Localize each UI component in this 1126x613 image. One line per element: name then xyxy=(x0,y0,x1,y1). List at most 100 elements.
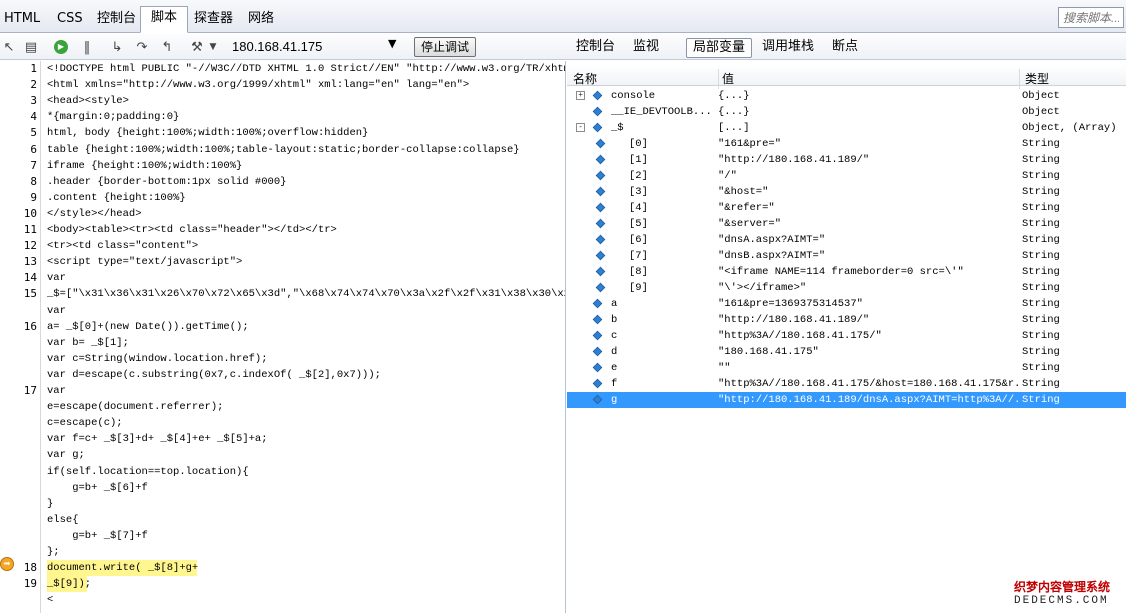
expand-icon[interactable]: + xyxy=(576,91,585,100)
line-number[interactable]: 17 xyxy=(0,384,37,397)
local-variable-row[interactable]: __IE_DEVTOOLB... {...} Object xyxy=(567,104,1126,120)
line-number[interactable]: 15 xyxy=(0,287,37,300)
column-header-value[interactable]: 值 xyxy=(720,69,1020,89)
variable-icon xyxy=(592,298,603,309)
variable-icon xyxy=(595,138,606,149)
line-number[interactable]: 1 xyxy=(0,62,37,75)
line-number[interactable]: 14 xyxy=(0,271,37,284)
code-line: e=escape(document.referrer); xyxy=(47,401,224,414)
code-line: html, body {height:100%;width:100%;overf… xyxy=(47,127,369,140)
local-variable-row[interactable]: e "" String xyxy=(567,360,1126,376)
current-line-arrow-icon: ➡ xyxy=(0,557,14,571)
local-variable-row[interactable]: c "http%3A//180.168.41.175/" String xyxy=(567,328,1126,344)
tab-html[interactable]: HTML xyxy=(0,8,44,33)
select-element-icon[interactable]: ↖ xyxy=(0,38,18,56)
local-variable-row[interactable]: b "http://180.168.41.189/" String xyxy=(567,312,1126,328)
line-number-gutter[interactable]: 1 2 3 4 5 6 7 8 9 10 11 12 13 14 15 16 17 18 19 xyxy=(0,61,41,613)
variable-value: {...} xyxy=(718,106,750,118)
line-number[interactable]: 12 xyxy=(0,239,37,252)
local-variable-row[interactable]: d "180.168.41.175" String xyxy=(567,344,1126,360)
subtab-call-stack[interactable]: 调用堆栈 xyxy=(756,38,820,58)
line-number[interactable]: 4 xyxy=(0,110,37,123)
step-into-icon[interactable]: ↳ xyxy=(108,38,126,56)
subtab-locals[interactable]: 局部变量 xyxy=(686,38,753,58)
tab-profiler[interactable]: 探查器 xyxy=(190,8,237,33)
line-number[interactable]: 10 xyxy=(0,207,37,220)
line-number[interactable]: 3 xyxy=(0,94,37,107)
variable-value: "http://180.168.41.189/" xyxy=(718,314,870,326)
line-number[interactable]: 7 xyxy=(0,159,37,172)
variable-name: __IE_DEVTOOLB... xyxy=(611,106,712,118)
line-number[interactable]: 8 xyxy=(0,175,37,188)
tab-network[interactable]: 网络 xyxy=(244,8,278,33)
code-line: <script type="text/javascript"> xyxy=(47,256,243,269)
line-number[interactable]: 11 xyxy=(0,223,37,236)
variable-value: "&host=" xyxy=(718,186,769,198)
variable-type: String xyxy=(1022,250,1060,262)
collapse-icon[interactable]: - xyxy=(576,123,585,132)
watermark-line2: DEDECMS.COM xyxy=(1014,595,1109,607)
local-variable-row[interactable]: [2] "/" String xyxy=(567,168,1126,184)
variable-type: String xyxy=(1022,282,1060,294)
local-variable-row[interactable]: [7] "dnsB.aspx?AIMT=" String xyxy=(567,248,1126,264)
code-line: </style></head> xyxy=(47,207,142,220)
variable-icon xyxy=(592,330,603,341)
column-header-name[interactable]: 名称 xyxy=(573,69,719,89)
chevron-down-icon[interactable]: ▼ xyxy=(388,37,396,50)
locals-pane: 名称 值 类型 + console {...} Object __IE_DEVTOOLB… xyxy=(567,61,1126,613)
local-variable-row[interactable]: [1] "http://180.168.41.189/" String xyxy=(567,152,1126,168)
variable-value: "http%3A//180.168.41.175/" xyxy=(718,330,882,342)
variable-icon xyxy=(592,90,603,101)
variable-type: String xyxy=(1022,378,1060,390)
variable-icon xyxy=(592,314,603,325)
code-line: var f=c+ _$[3]+d+ _$[4]+e+ _$[5]+a; xyxy=(47,433,268,446)
tab-console[interactable]: 控制台 xyxy=(93,8,140,33)
script-url-select[interactable]: 180.168.41.175 xyxy=(232,39,322,54)
source-code-pane[interactable]: 1 2 3 4 5 6 7 8 9 10 11 12 13 14 15 16 17 18 19 <!DOCTYPE … xyxy=(0,61,566,613)
tab-script[interactable]: 脚本 xyxy=(140,6,189,33)
line-number[interactable]: 2 xyxy=(0,78,37,91)
search-script-input[interactable] xyxy=(1058,7,1124,28)
line-number[interactable]: 6 xyxy=(0,143,37,156)
local-variable-row[interactable]: [8] "<iframe NAME=114 frameborder=0 src=\… xyxy=(567,264,1126,280)
local-variable-row[interactable]: [3] "&host=" String xyxy=(567,184,1126,200)
subtab-breakpoints[interactable]: 断点 xyxy=(826,38,864,58)
line-number[interactable]: 19 xyxy=(0,577,37,590)
continue-icon[interactable]: ▶ xyxy=(54,40,68,54)
local-variable-row[interactable]: [4] "&refer=" String xyxy=(567,200,1126,216)
step-out-icon[interactable]: ↰ xyxy=(158,38,176,56)
variable-name: [8] xyxy=(629,266,648,278)
local-variable-row[interactable]: + console {...} Object xyxy=(567,88,1126,104)
local-variable-row[interactable]: g "http://180.168.41.189/dnsA.aspx?AIMT=h… xyxy=(567,392,1126,408)
code-line: if(self.location==top.location){ xyxy=(47,465,249,478)
subtab-watch[interactable]: 监视 xyxy=(627,38,665,58)
line-number[interactable]: 16 xyxy=(0,320,37,333)
local-variable-row[interactable]: f "http%3A//180.168.41.175/&host=180.168.… xyxy=(567,376,1126,392)
code-line: .content {height:100%} xyxy=(47,191,186,204)
step-over-icon[interactable]: ↷ xyxy=(133,38,151,56)
variable-type: String xyxy=(1022,170,1060,182)
tab-css[interactable]: CSS xyxy=(53,8,87,33)
local-variable-row[interactable]: [6] "dnsA.aspx?AIMT=" String xyxy=(567,232,1126,248)
variable-value: "&server=" xyxy=(718,218,782,230)
variable-type: String xyxy=(1022,186,1060,198)
local-variable-row[interactable]: a "161&pre=1369375314537" String xyxy=(567,296,1126,312)
pause-icon[interactable]: ‖ xyxy=(78,38,96,56)
line-number[interactable]: 5 xyxy=(0,126,37,139)
subtab-console[interactable]: 控制台 xyxy=(570,38,621,58)
variable-value: "" xyxy=(718,362,731,374)
stop-debugging-button[interactable]: 停止调试 xyxy=(414,37,477,57)
local-variable-row[interactable]: - _$ [...] Object, (Array) xyxy=(567,120,1126,136)
local-variable-row[interactable]: [9] "\'></iframe>" String xyxy=(567,280,1126,296)
variable-value: "161&pre=" xyxy=(718,138,782,150)
break-all-icon[interactable]: ▤ xyxy=(22,38,40,56)
code-line: g=b+ _$[7]+f xyxy=(47,529,148,542)
line-number[interactable]: 13 xyxy=(0,255,37,268)
local-variable-row[interactable]: [0] "161&pre=" String xyxy=(567,136,1126,152)
code-line: <tr><td class="content"> xyxy=(47,240,199,253)
line-number[interactable]: 9 xyxy=(0,191,37,204)
column-header-type[interactable]: 类型 xyxy=(1023,69,1126,89)
chevron-down-icon[interactable]: ▼ xyxy=(204,38,222,56)
local-variable-row[interactable]: [5] "&server=" String xyxy=(567,216,1126,232)
code-line: else{ xyxy=(47,513,79,526)
